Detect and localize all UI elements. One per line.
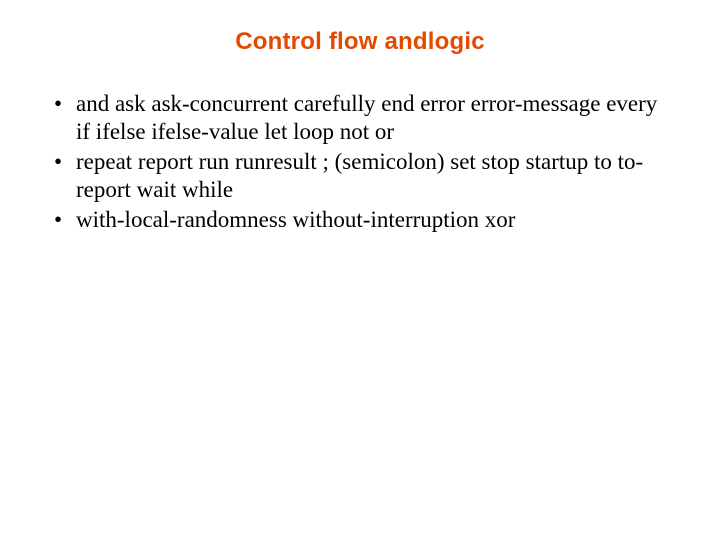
list-item-text: and ask ask-concurrent carefully end err… [76,91,657,144]
list-item-text: with-local-randomness without-interrupti… [76,207,515,232]
slide-title: Control flow andlogic [48,28,672,56]
list-item: repeat report run runresult ; (semicolon… [76,148,666,204]
slide: Control flow andlogic and ask ask-concur… [0,0,720,540]
list-item-text: repeat report run runresult ; (semicolon… [76,149,643,202]
bullet-list: and ask ask-concurrent carefully end err… [48,90,672,234]
list-item: with-local-randomness without-interrupti… [76,206,666,234]
list-item: and ask ask-concurrent carefully end err… [76,90,666,146]
